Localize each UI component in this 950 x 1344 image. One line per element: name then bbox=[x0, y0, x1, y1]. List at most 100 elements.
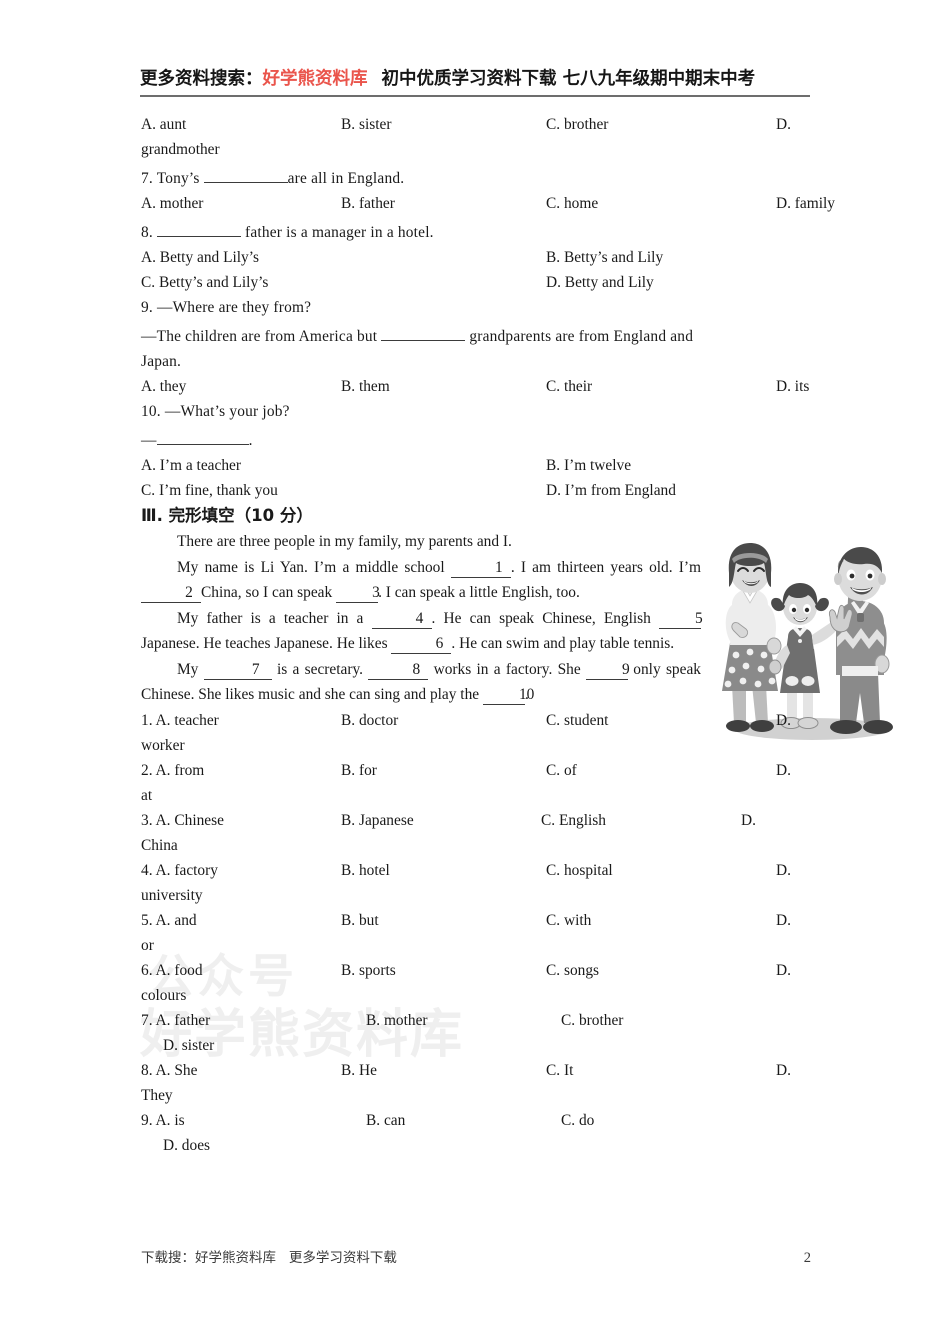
cloze-4-d-wrap: university bbox=[141, 886, 203, 904]
cloze-option-row-6: 6. A. food B. sports C. songs D. bbox=[141, 958, 811, 983]
passage-paragraph-2: My name is Li Yan. I’m a middle school 1… bbox=[141, 555, 701, 606]
cloze-5-b: B. but bbox=[341, 911, 379, 929]
cloze-3-d-wrap: China bbox=[141, 836, 178, 854]
cloze-blank-5[interactable]: 5 bbox=[659, 608, 703, 629]
header-prefix-text: 更多资料搜索： bbox=[140, 68, 263, 89]
cloze-7-b: B. mother bbox=[366, 1011, 428, 1029]
q10-option-d: D. I’m from England bbox=[546, 482, 676, 499]
header-brand-name: 好学熊资料库 bbox=[262, 68, 368, 89]
cloze-option-row-2: 2. A. from B. for C. of D. bbox=[141, 758, 811, 783]
q10-options-row-2: C. I’m fine, thank you D. I’m from Engla… bbox=[141, 478, 811, 503]
cloze-option-row-8: 8. A. She B. He C. It D. bbox=[141, 1058, 811, 1083]
cloze-8-b: B. He bbox=[341, 1061, 377, 1079]
q8-option-b: B. Betty’s and Lily bbox=[546, 249, 664, 266]
p2-seg-3: China, so I can speak bbox=[201, 584, 337, 601]
cloze-8-d-wrap: They bbox=[141, 1086, 173, 1104]
q6-option-d: D. bbox=[776, 116, 791, 133]
cloze-5-c: C. with bbox=[546, 911, 592, 929]
q9-stem-before: —The children are from America but bbox=[141, 328, 382, 345]
question-9-line-3: Japan. bbox=[141, 353, 182, 370]
section-3-heading: Ⅲ. 完形填空（10 分） bbox=[141, 506, 313, 525]
cloze-9-a: 9. A. is bbox=[141, 1111, 185, 1129]
cloze-blank-1[interactable]: 1 bbox=[450, 557, 511, 578]
question-8-stem: 8. father is a manager in a hotel. bbox=[141, 216, 811, 245]
passage-paragraph-3: My father is a teacher in a 4. He can sp… bbox=[141, 606, 703, 657]
q6-option-b: B. sister bbox=[341, 116, 392, 133]
q8-option-a: A. Betty and Lily’s bbox=[141, 249, 259, 266]
cloze-4-d: D. bbox=[776, 861, 791, 879]
cloze-blank-4[interactable]: 4 bbox=[371, 608, 432, 629]
cloze-blank-6[interactable]: 6 bbox=[391, 633, 452, 654]
q7-options-row: A. mother B. father C. home D. family bbox=[141, 191, 835, 216]
document-body: A. aunt B. sister C. brother D. grandmot… bbox=[141, 112, 835, 1158]
q7-option-a: A. mother bbox=[141, 195, 204, 212]
cloze-option-row-5: 5. A. and B. but C. with D. bbox=[141, 908, 811, 933]
passage-paragraph-1: There are three people in my family, my … bbox=[177, 533, 512, 550]
footer-page-number: 2 bbox=[803, 1250, 811, 1266]
page-header-banner: 更多资料搜索： 好学熊资料库 初中优质学习资料下载 七八九年级期中期末中考 bbox=[140, 58, 810, 96]
cloze-blank-9[interactable]: 9 bbox=[586, 659, 630, 680]
cloze-4-a: 4. A. factory bbox=[141, 861, 218, 879]
q10-period: . bbox=[248, 432, 253, 449]
cloze-1-c: C. student bbox=[546, 711, 609, 729]
cloze-2-d-wrap: at bbox=[141, 786, 153, 804]
q7-answer-blank[interactable] bbox=[203, 162, 288, 183]
cloze-8-c: C. It bbox=[546, 1061, 574, 1079]
cloze-blank-8[interactable]: 8 bbox=[368, 659, 429, 680]
q8-option-d: D. Betty and Lily bbox=[546, 274, 654, 291]
cloze-blank-7[interactable]: 7 bbox=[203, 659, 272, 680]
cloze-6-b: B. sports bbox=[341, 961, 396, 979]
cloze-7-a: 7. A. father bbox=[141, 1011, 211, 1029]
cloze-1-b: B. doctor bbox=[341, 711, 399, 729]
cloze-option-row-1: 1. A. teacher B. doctor C. student D. bbox=[141, 708, 811, 733]
q9-option-a: A. they bbox=[141, 378, 187, 395]
p2-seg-2: . I am thirteen years old. I’m bbox=[510, 558, 702, 576]
cloze-5-d: D. bbox=[776, 911, 791, 929]
p2-seg-1: My name is Li Yan. I’m a middle school bbox=[177, 558, 451, 576]
cloze-blank-10[interactable]: 10 bbox=[482, 684, 534, 705]
q9-option-d: D. its bbox=[776, 378, 810, 395]
q6-option-a: A. aunt bbox=[141, 116, 187, 133]
q6-options-row: A. aunt B. sister C. brother D. bbox=[141, 112, 811, 137]
question-7-stem: 7. Tony’s are all in England. bbox=[141, 162, 811, 191]
q9-answer-blank[interactable] bbox=[381, 320, 466, 341]
q8-answer-blank[interactable] bbox=[157, 216, 241, 237]
p4-seg-5: . bbox=[524, 686, 529, 703]
q7-option-d: D. family bbox=[776, 195, 835, 212]
q10-options-row-1: A. I’m a teacher B. I’m twelve bbox=[141, 453, 811, 478]
cloze-3-a: 3. A. Chinese bbox=[141, 811, 224, 829]
header-divider-rule bbox=[140, 95, 810, 97]
cloze-2-a: 2. A. from bbox=[141, 761, 205, 779]
cloze-blank-3[interactable]: 3 bbox=[336, 582, 380, 603]
cloze-option-row-4: 4. A. factory B. hotel C. hospital D. bbox=[141, 858, 811, 883]
p2-seg-4: . I can speak a little English, too. bbox=[378, 584, 580, 601]
cloze-6-d: D. bbox=[776, 961, 791, 979]
q10-answer-blank[interactable] bbox=[156, 424, 249, 445]
cloze-6-c: C. songs bbox=[546, 961, 600, 979]
cloze-8-d: D. bbox=[776, 1061, 791, 1079]
cloze-6-a: 6. A. food bbox=[141, 961, 203, 979]
cloze-9-c: C. do bbox=[561, 1111, 595, 1129]
q7-option-c: C. home bbox=[546, 195, 599, 212]
cloze-6-d-wrap: colours bbox=[141, 986, 187, 1004]
cloze-1-a: 1. A. teacher bbox=[141, 711, 219, 729]
cloze-blank-2[interactable]: 2 bbox=[141, 582, 201, 603]
cloze-8-a: 8. A. She bbox=[141, 1061, 198, 1079]
q9-stem-after: grandparents are from England and bbox=[465, 328, 694, 345]
p4-seg-1: My bbox=[177, 660, 204, 678]
q6-option-c: C. brother bbox=[546, 116, 609, 133]
p3-seg-4: . He can swim and play table tennis. bbox=[451, 635, 675, 652]
cloze-1-d: D. bbox=[776, 711, 791, 729]
cloze-option-row-3: 3. A. Chinese B. Japanese C. English D. bbox=[141, 808, 811, 833]
passage-paragraph-4: My 7 is a secretary. 8 works in a factor… bbox=[141, 657, 701, 708]
q7-option-b: B. father bbox=[341, 195, 395, 212]
cloze-passage: There are three people in my family, my … bbox=[141, 529, 811, 708]
cloze-2-c: C. of bbox=[546, 761, 577, 779]
cloze-3-b: B. Japanese bbox=[341, 811, 414, 829]
p4-seg-2: is a secretary. bbox=[271, 660, 369, 678]
p4-seg-3: works in a factory. She bbox=[428, 660, 586, 678]
q10-option-b: B. I’m twelve bbox=[546, 457, 632, 474]
p3-seg-2: . He can speak Chinese, English bbox=[431, 609, 659, 627]
cloze-option-row-9: 9. A. is B. can C. do bbox=[141, 1108, 811, 1133]
q9-options-row: A. they B. them C. their D. its bbox=[141, 374, 811, 399]
